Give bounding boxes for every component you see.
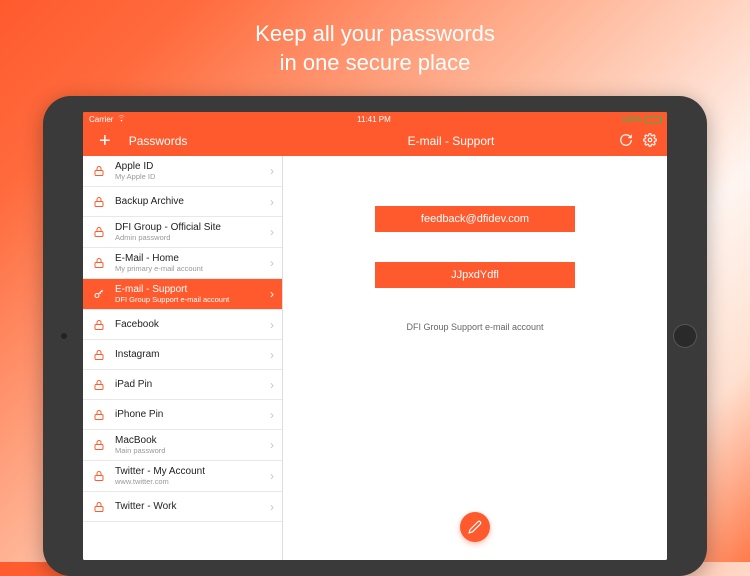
item-name: DFI Group - Official Site [115, 222, 270, 233]
edit-button[interactable] [460, 512, 490, 542]
item-name: E-Mail - Home [115, 253, 270, 264]
list-item[interactable]: E-mail - Support DFI Group Support e-mai… [83, 279, 282, 310]
list-item[interactable]: Apple ID My Apple ID › [83, 156, 282, 187]
hero-text: Keep all your passwords in one secure pl… [0, 0, 750, 77]
lock-icon [89, 378, 109, 392]
description-label: DFI Group Support e-mail account [406, 322, 543, 332]
hero-line1: Keep all your passwords [0, 20, 750, 49]
chevron-right-icon: › [270, 469, 274, 483]
item-subtitle: My Apple ID [115, 172, 270, 181]
lock-icon [89, 256, 109, 270]
list-item[interactable]: Backup Archive › [83, 187, 282, 217]
device-frame: Carrier 11:41 PM 100% + Passwords E-mail… [43, 96, 707, 576]
lock-icon [89, 348, 109, 362]
chevron-right-icon: › [270, 500, 274, 514]
item-subtitle: www.twitter.com [115, 477, 270, 486]
chevron-right-icon: › [270, 164, 274, 178]
item-subtitle: Main password [115, 446, 270, 455]
home-button[interactable] [673, 324, 697, 348]
item-name: E-mail - Support [115, 284, 270, 295]
list-item[interactable]: Facebook › [83, 310, 282, 340]
lock-icon [89, 438, 109, 452]
list-item[interactable]: MacBook Main password › [83, 430, 282, 461]
password-value: JJpxdYdfl [451, 269, 499, 281]
chevron-right-icon: › [270, 438, 274, 452]
item-name: iPhone Pin [115, 409, 270, 420]
screen: Carrier 11:41 PM 100% + Passwords E-mail… [83, 112, 667, 560]
chevron-right-icon: › [270, 225, 274, 239]
chevron-right-icon: › [270, 408, 274, 422]
chevron-right-icon: › [270, 287, 274, 301]
list-item[interactable]: Twitter - My Account www.twitter.com › [83, 461, 282, 492]
lock-icon [89, 318, 109, 332]
list-title: Passwords [129, 134, 188, 148]
nav-bar: + Passwords E-mail - Support [83, 126, 667, 156]
list-item[interactable]: iPhone Pin › [83, 400, 282, 430]
item-name: Twitter - Work [115, 501, 270, 512]
item-name: MacBook [115, 435, 270, 446]
status-bar: Carrier 11:41 PM 100% [83, 112, 667, 126]
item-name: Instagram [115, 349, 270, 360]
add-button[interactable]: + [87, 130, 123, 153]
lock-icon [89, 225, 109, 239]
content-split: Apple ID My Apple ID › Backup Archive › … [83, 156, 667, 560]
gear-icon[interactable] [643, 133, 657, 150]
lock-icon [89, 408, 109, 422]
chevron-right-icon: › [270, 348, 274, 362]
item-subtitle: DFI Group Support e-mail account [115, 295, 270, 304]
item-name: Twitter - My Account [115, 466, 270, 477]
camera-dot [61, 333, 67, 339]
username-value: feedback@dfidev.com [421, 213, 529, 225]
list-item[interactable]: Instagram › [83, 340, 282, 370]
item-subtitle: My primary e-mail account [115, 264, 270, 273]
wifi-icon [117, 114, 126, 124]
chevron-right-icon: › [270, 256, 274, 270]
carrier-label: Carrier [89, 115, 113, 124]
hero-line2: in one secure place [0, 49, 750, 78]
battery-icon [645, 116, 661, 123]
clock-label: 11:41 PM [126, 115, 621, 124]
lock-icon [89, 469, 109, 483]
item-name: Backup Archive [115, 196, 270, 207]
password-field[interactable]: JJpxdYdfl [375, 262, 575, 288]
username-field[interactable]: feedback@dfidev.com [375, 206, 575, 232]
chevron-right-icon: › [270, 378, 274, 392]
chevron-right-icon: › [270, 318, 274, 332]
sync-icon[interactable] [619, 133, 633, 150]
key-icon [89, 287, 109, 301]
item-subtitle: Admin password [115, 233, 270, 242]
item-name: Facebook [115, 319, 270, 330]
battery-percent: 100% [622, 115, 642, 124]
password-list[interactable]: Apple ID My Apple ID › Backup Archive › … [83, 156, 283, 560]
list-item[interactable]: iPad Pin › [83, 370, 282, 400]
list-item[interactable]: DFI Group - Official Site Admin password… [83, 217, 282, 248]
lock-icon [89, 500, 109, 514]
lock-icon [89, 195, 109, 209]
detail-title: E-mail - Support [283, 134, 619, 148]
item-name: Apple ID [115, 161, 270, 172]
lock-icon [89, 164, 109, 178]
item-name: iPad Pin [115, 379, 270, 390]
detail-pane: feedback@dfidev.com JJpxdYdfl DFI Group … [283, 156, 667, 560]
chevron-right-icon: › [270, 195, 274, 209]
list-item[interactable]: Twitter - Work › [83, 492, 282, 522]
list-item[interactable]: E-Mail - Home My primary e-mail account … [83, 248, 282, 279]
